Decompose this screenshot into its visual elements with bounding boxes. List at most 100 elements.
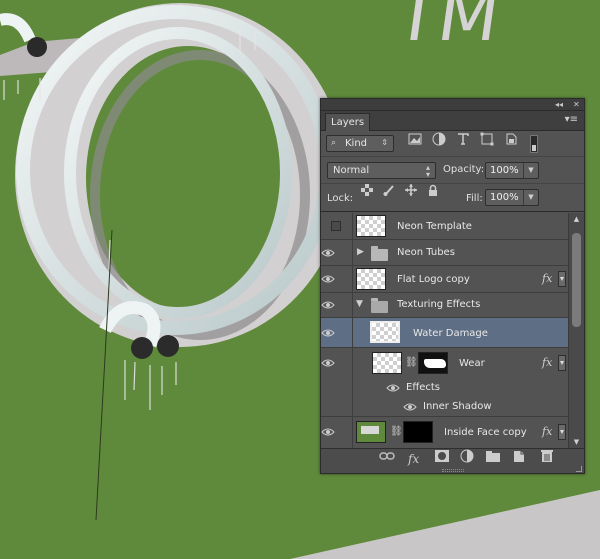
fx-expand-icon[interactable] — [558, 424, 566, 440]
adjustment-filter-icon[interactable] — [431, 131, 447, 147]
smart-object-filter-icon[interactable] — [503, 131, 519, 147]
fx-icon[interactable]: fx — [542, 356, 552, 369]
stepper-icon: ▴ ▾ — [425, 163, 430, 179]
fx-expand-icon[interactable] — [558, 271, 566, 287]
layers-panel[interactable]: ◂◂ ✕ Layers ▾≡ ⌕ Kind ⇕ Normal ▴ ▾ Opaci… — [320, 98, 585, 474]
type-filter-icon[interactable] — [455, 131, 471, 147]
effect-name: Inner Shadow — [423, 401, 492, 412]
blend-mode-select[interactable]: Normal ▴ ▾ — [327, 162, 436, 179]
collapse-triangle-icon[interactable]: ▼ — [356, 299, 363, 309]
eye-icon[interactable] — [321, 328, 335, 338]
layer-mask-thumbnail[interactable] — [403, 421, 433, 443]
layer-name: Inside Face copy — [444, 427, 527, 438]
layer-group-row[interactable]: ▶ Neon Tubes — [321, 240, 568, 266]
layer-name: Texturing Effects — [397, 299, 481, 310]
effects-label: Effects — [406, 382, 440, 393]
filter-toggle[interactable] — [530, 135, 538, 153]
shape-filter-icon[interactable] — [479, 131, 495, 147]
document-canvas[interactable]: TM ◂◂ ✕ Layers ▾≡ ⌕ Kind ⇕ Normal ▴ ▾ Op… — [0, 0, 600, 559]
magnifier-icon: ⌕ — [331, 138, 337, 148]
lock-all-icon[interactable] — [427, 184, 439, 196]
layer-thumbnail — [372, 352, 402, 374]
opacity-label: Opacity: — [443, 164, 485, 175]
eye-icon[interactable] — [321, 248, 335, 258]
opacity-field[interactable]: 100% ▼ — [485, 162, 539, 179]
eye-icon[interactable] — [403, 402, 417, 412]
layer-row[interactable]: ⛓ Wear fx — [321, 348, 568, 378]
eye-icon[interactable] — [321, 300, 335, 310]
layer-name: Flat Logo copy — [397, 274, 470, 285]
new-layer-icon[interactable] — [511, 449, 527, 463]
fill-value: 100% — [490, 192, 519, 203]
smart-object-thumbnail — [356, 268, 386, 290]
folder-icon — [371, 246, 388, 261]
eye-icon[interactable] — [321, 274, 335, 284]
fill-label: Fill: — [466, 193, 483, 204]
layer-group-row[interactable]: ▼ Texturing Effects — [321, 293, 568, 318]
layer-thumbnail — [370, 321, 400, 343]
collapse-icon[interactable]: ◂◂ — [555, 99, 563, 111]
visibility-toggle-off[interactable] — [331, 221, 341, 231]
fill-field[interactable]: 100% ▼ — [485, 189, 539, 206]
new-group-icon[interactable] — [485, 449, 501, 463]
fx-icon[interactable]: fx — [542, 272, 552, 285]
chevron-down-icon[interactable]: ▼ — [523, 163, 538, 178]
expand-triangle-icon[interactable]: ▶ — [357, 247, 364, 257]
scroll-thumb[interactable] — [572, 233, 581, 327]
close-icon[interactable]: ✕ — [573, 99, 580, 111]
layer-name: Water Damage — [413, 328, 488, 339]
fx-icon[interactable]: fx — [542, 425, 552, 438]
eye-icon[interactable] — [386, 383, 400, 393]
chevron-down-icon[interactable]: ▼ — [523, 190, 538, 205]
lock-position-icon[interactable] — [405, 184, 417, 196]
effects-row[interactable]: Effects — [321, 378, 568, 397]
filter-kind-label: Kind — [345, 138, 368, 149]
layers-scrollbar[interactable]: ▲ ▼ — [568, 213, 584, 448]
link-icon[interactable]: ⛓ — [390, 426, 403, 437]
filter-row: ⌕ Kind ⇕ — [321, 131, 584, 157]
blend-mode-value: Normal — [333, 165, 370, 176]
layers-list: Neon Template ▶ Neon Tubes Flat Logo cop… — [321, 213, 568, 448]
smart-object-thumbnail — [356, 421, 386, 443]
scroll-up-icon[interactable]: ▲ — [569, 213, 584, 225]
panel-menu-icon[interactable]: ▾≡ — [565, 114, 578, 125]
eye-icon[interactable] — [321, 427, 335, 437]
panel-resize-corner[interactable] — [576, 466, 582, 472]
lock-label: Lock: — [327, 193, 354, 204]
lock-transparent-pixels-icon[interactable] — [361, 184, 373, 196]
link-layers-icon[interactable] — [379, 449, 395, 463]
layer-name: Wear — [459, 358, 485, 369]
open-folder-icon — [371, 298, 388, 313]
layer-row[interactable]: ⛓ Inside Face copy fx — [321, 417, 568, 448]
image-filter-icon[interactable] — [407, 131, 423, 147]
fx-icon[interactable]: fx — [408, 452, 424, 466]
adjustment-layer-icon[interactable] — [459, 449, 475, 463]
layer-row[interactable]: Neon Template — [321, 213, 568, 240]
effect-row[interactable]: Inner Shadow — [321, 397, 568, 417]
opacity-value: 100% — [490, 165, 519, 176]
trash-icon[interactable] — [539, 449, 555, 463]
layer-row[interactable]: Flat Logo copy fx — [321, 266, 568, 293]
resize-grip[interactable] — [442, 469, 464, 472]
layer-row-selected[interactable]: Water Damage — [321, 318, 568, 348]
tab-layers[interactable]: Layers — [325, 113, 371, 131]
panel-tab-row: Layers ▾≡ — [321, 111, 584, 131]
lock-image-pixels-icon[interactable] — [383, 184, 395, 196]
scroll-down-icon[interactable]: ▼ — [569, 436, 584, 448]
tab-layers-label: Layers — [331, 117, 365, 128]
layer-mask-thumbnail[interactable] — [418, 352, 448, 374]
layer-thumbnail — [356, 215, 386, 237]
eye-icon[interactable] — [321, 358, 335, 368]
add-mask-icon[interactable] — [434, 449, 450, 463]
lock-row: Lock: Fill: 100% ▼ — [321, 184, 584, 212]
tm-letters: TM — [389, 0, 505, 57]
layer-name: Neon Tubes — [397, 247, 455, 258]
panel-bottom-toolbar: fx — [321, 448, 584, 473]
filter-kind-select[interactable]: ⌕ Kind ⇕ — [326, 135, 394, 152]
blend-row: Normal ▴ ▾ Opacity: 100% ▼ — [321, 157, 584, 184]
link-icon[interactable]: ⛓ — [405, 357, 418, 368]
layer-name: Neon Template — [397, 221, 472, 232]
fx-collapse-icon[interactable] — [558, 355, 566, 371]
panel-titlebar[interactable]: ◂◂ ✕ — [321, 99, 584, 111]
stepper-icon: ⇕ — [381, 138, 388, 147]
